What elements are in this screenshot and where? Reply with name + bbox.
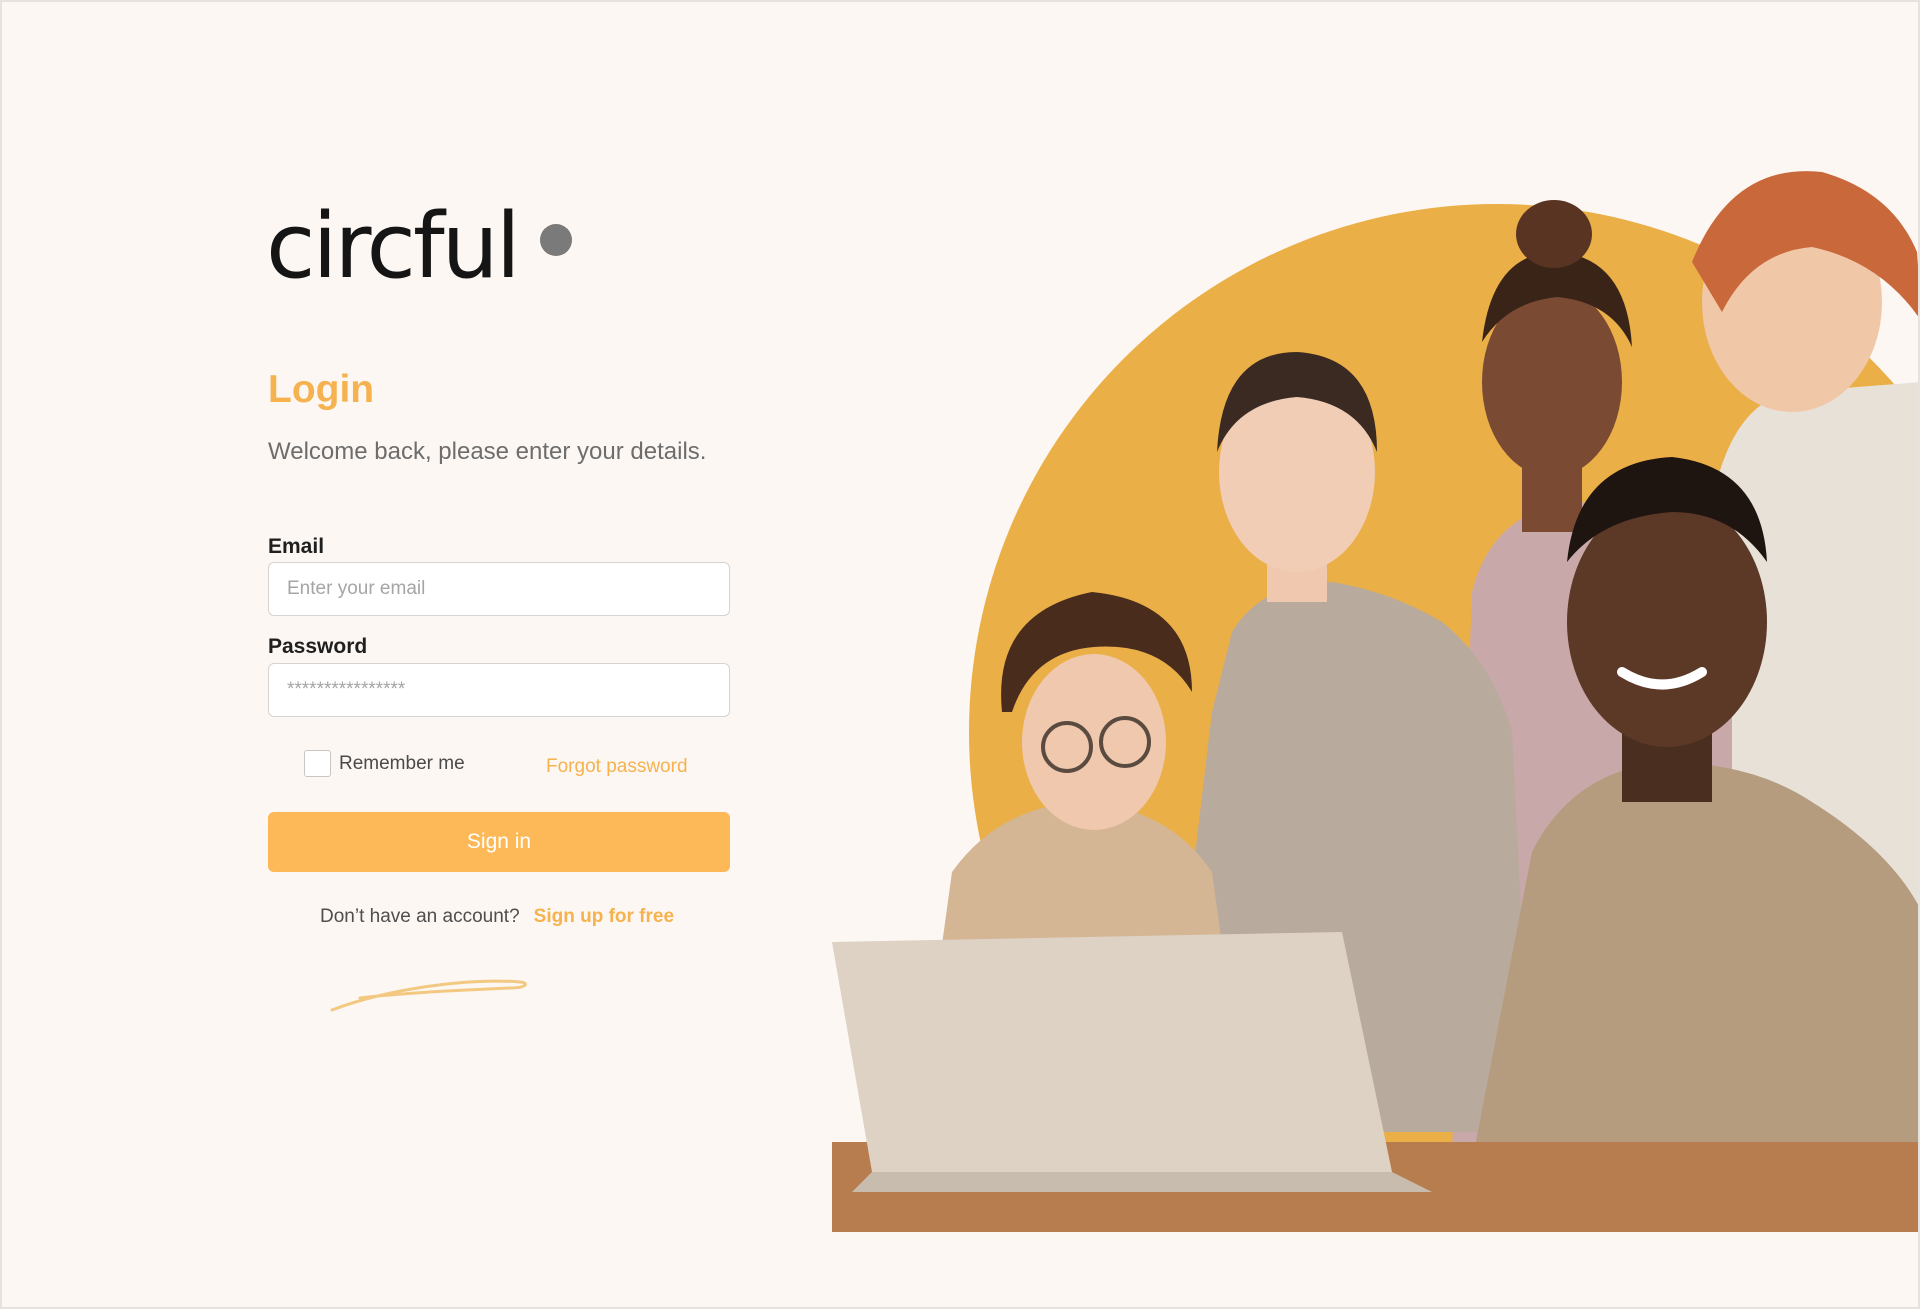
remember-me-checkbox[interactable]: [304, 750, 331, 777]
password-label: Password: [268, 635, 368, 658]
logo-dot-icon: [539, 224, 572, 256]
page-subtitle: Welcome back, please enter your details.: [268, 438, 707, 465]
email-field[interactable]: [268, 562, 730, 616]
brand-logo: circful: [266, 202, 572, 292]
password-field[interactable]: [268, 663, 730, 717]
email-label: Email: [268, 535, 325, 558]
laptop-icon: [832, 932, 1432, 1192]
signup-row: Don’t have an account? Sign up for free: [320, 906, 674, 928]
sign-up-link[interactable]: Sign up for free: [534, 906, 674, 928]
page-title: Login: [268, 368, 375, 411]
forgot-password-link[interactable]: Forgot password: [546, 756, 688, 778]
brand-name: circful: [266, 194, 521, 299]
sign-in-button[interactable]: Sign in: [268, 812, 730, 872]
team-photo-illustration: [832, 171, 1918, 1232]
login-page: circful Login Welcome back, please enter…: [0, 0, 1920, 1309]
remember-me-row: Remember me: [304, 750, 465, 777]
decorative-swoosh-icon: [330, 979, 527, 1012]
remember-me-label: Remember me: [339, 752, 465, 774]
no-account-text: Don’t have an account?: [320, 906, 520, 927]
